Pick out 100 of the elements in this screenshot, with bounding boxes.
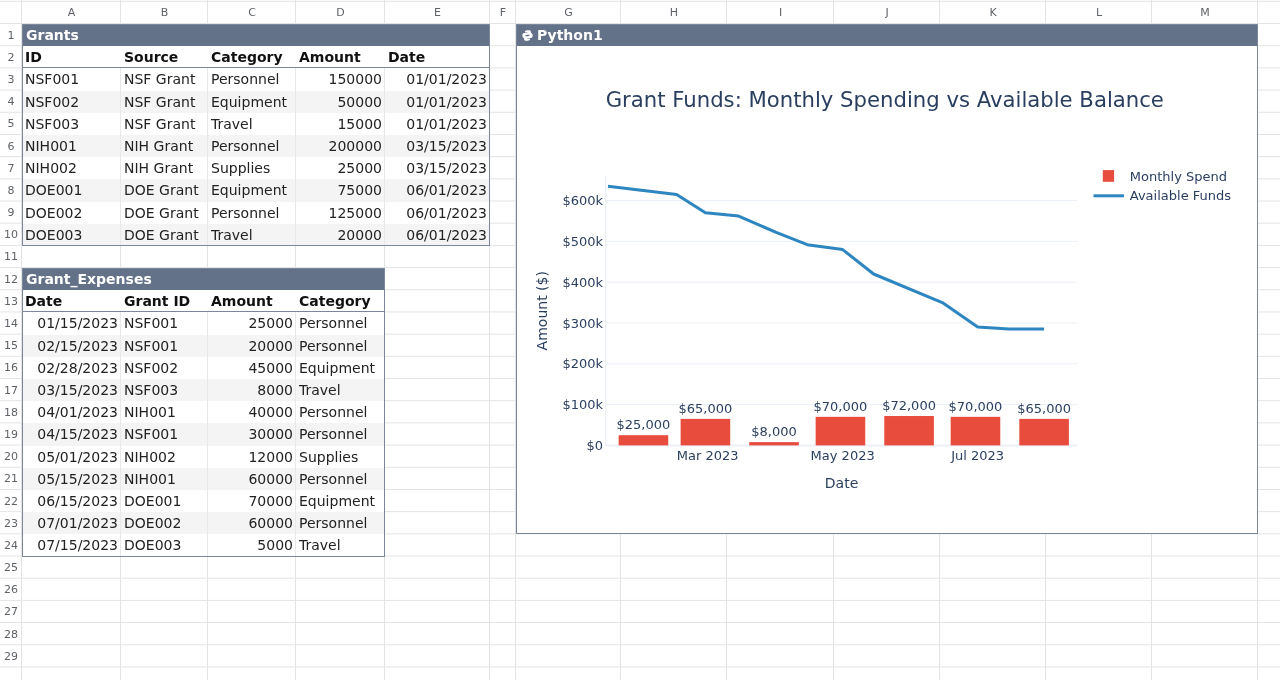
table-cell: 02/15/2023 bbox=[22, 334, 121, 357]
table-cell: 04/01/2023 bbox=[22, 401, 121, 424]
row-header[interactable]: 23 bbox=[0, 512, 22, 535]
row-header[interactable]: 17 bbox=[0, 379, 22, 402]
table-cell: 03/15/2023 bbox=[22, 379, 121, 402]
column-heading: Source bbox=[121, 46, 208, 69]
table-cell: 07/01/2023 bbox=[22, 512, 121, 535]
y-tick-label: $400k bbox=[562, 274, 603, 290]
row-header[interactable]: 25 bbox=[0, 556, 22, 579]
y-axis-title: Amount ($) bbox=[534, 271, 550, 351]
row-header[interactable]: 13 bbox=[0, 290, 22, 313]
table-cell: 05/15/2023 bbox=[22, 467, 121, 490]
row-header[interactable]: 12 bbox=[0, 268, 22, 291]
row-header[interactable]: 28 bbox=[0, 623, 22, 646]
column-header[interactable]: H bbox=[621, 0, 727, 24]
column-header[interactable]: K bbox=[940, 0, 1046, 24]
column-header[interactable]: I bbox=[727, 0, 834, 24]
column-header[interactable]: E bbox=[385, 0, 490, 24]
row-header[interactable]: 22 bbox=[0, 489, 22, 513]
row-header[interactable]: 1 bbox=[0, 24, 22, 47]
table-cell: 75000 bbox=[296, 179, 385, 202]
table-cell: Equipment bbox=[208, 179, 296, 202]
table-cell: NSF001 bbox=[22, 68, 121, 91]
table-cell: NIH002 bbox=[22, 157, 121, 180]
table-cell: Supplies bbox=[208, 157, 296, 180]
table-cell: Equipment bbox=[296, 356, 385, 379]
column-header[interactable]: L bbox=[1046, 0, 1152, 24]
table-cell: NSF Grant bbox=[121, 90, 208, 113]
bar-value-label: $70,000 bbox=[813, 399, 868, 415]
x-axis-title: Date bbox=[824, 475, 859, 492]
row-header[interactable]: 21 bbox=[0, 467, 22, 490]
row-header[interactable]: 26 bbox=[0, 578, 22, 601]
table-cell: Personnel bbox=[296, 401, 385, 424]
row-header[interactable]: 27 bbox=[0, 600, 22, 624]
row-header[interactable]: 6 bbox=[0, 134, 22, 158]
table-cell: 60000 bbox=[208, 512, 296, 535]
table-cell: NIH001 bbox=[121, 401, 208, 424]
panel-title: Python1 bbox=[537, 27, 603, 44]
column-header[interactable]: F bbox=[490, 0, 516, 24]
table-cell: DOE Grant bbox=[121, 201, 208, 224]
x-tick-label: Jul 2023 bbox=[951, 447, 1005, 463]
table-cell: 8000 bbox=[208, 379, 296, 402]
row-header[interactable]: 4 bbox=[0, 90, 22, 113]
table-cell: Equipment bbox=[208, 90, 296, 113]
table-cell: 06/15/2023 bbox=[22, 489, 121, 513]
row-header[interactable]: 24 bbox=[0, 534, 22, 557]
row-header[interactable]: 16 bbox=[0, 356, 22, 379]
row-header[interactable]: 18 bbox=[0, 401, 22, 424]
table-cell: DOE003 bbox=[22, 223, 121, 246]
table-cell: 40000 bbox=[208, 401, 296, 424]
row-header[interactable]: 14 bbox=[0, 312, 22, 335]
x-tick-label: Mar 2023 bbox=[676, 447, 739, 463]
column-header[interactable]: A bbox=[22, 0, 121, 24]
row-header[interactable]: 11 bbox=[0, 245, 22, 269]
spend-bar bbox=[680, 419, 731, 446]
column-header[interactable]: M bbox=[1152, 0, 1258, 24]
row-header[interactable]: 7 bbox=[0, 157, 22, 180]
table-cell: DOE003 bbox=[121, 534, 208, 557]
row-header[interactable]: 3 bbox=[0, 68, 22, 91]
column-header[interactable]: D bbox=[296, 0, 385, 24]
table-title: Grant_Expenses bbox=[22, 268, 385, 291]
table-cell: 12000 bbox=[208, 445, 296, 468]
table-cell: Personnel bbox=[296, 512, 385, 535]
x-tick-label: May 2023 bbox=[810, 447, 875, 463]
table-cell: Personnel bbox=[208, 68, 296, 91]
column-header[interactable]: B bbox=[121, 0, 208, 24]
table-cell: 60000 bbox=[208, 467, 296, 490]
row-header[interactable]: 5 bbox=[0, 112, 22, 135]
row-header[interactable]: 8 bbox=[0, 179, 22, 202]
row-header[interactable]: 20 bbox=[0, 445, 22, 468]
spend-bar bbox=[815, 417, 866, 446]
table-cell: Personnel bbox=[296, 467, 385, 490]
y-tick-label: $100k bbox=[562, 397, 603, 413]
table-cell: 05/01/2023 bbox=[22, 445, 121, 468]
table-cell: 01/01/2023 bbox=[385, 68, 490, 91]
column-heading: Date bbox=[22, 290, 121, 313]
table-cell: 150000 bbox=[296, 68, 385, 91]
row-header[interactable]: 29 bbox=[0, 645, 22, 668]
column-heading: Amount bbox=[208, 290, 296, 313]
row-header[interactable]: 9 bbox=[0, 201, 22, 224]
y-tick-label: $500k bbox=[562, 234, 603, 250]
table-cell: 125000 bbox=[296, 201, 385, 224]
column-header[interactable]: C bbox=[208, 0, 296, 24]
row-header[interactable]: 10 bbox=[0, 223, 22, 246]
row-header[interactable]: 19 bbox=[0, 423, 22, 446]
spend-bar bbox=[1019, 419, 1069, 446]
column-header[interactable]: G bbox=[516, 0, 621, 24]
spend-bar bbox=[749, 442, 799, 446]
row-header[interactable]: 2 bbox=[0, 46, 22, 69]
table-cell: NSF001 bbox=[121, 312, 208, 335]
table-cell: NSF001 bbox=[121, 334, 208, 357]
table-cell: 01/01/2023 bbox=[385, 112, 490, 135]
table-cell: Personnel bbox=[296, 312, 385, 335]
table-cell: DOE001 bbox=[22, 179, 121, 202]
legend-label: Monthly Spend bbox=[1129, 168, 1227, 184]
table-cell: DOE002 bbox=[22, 201, 121, 224]
column-header[interactable]: J bbox=[834, 0, 940, 24]
table-cell: NIH002 bbox=[121, 445, 208, 468]
row-header[interactable]: 15 bbox=[0, 334, 22, 357]
table-cell: 70000 bbox=[208, 489, 296, 513]
